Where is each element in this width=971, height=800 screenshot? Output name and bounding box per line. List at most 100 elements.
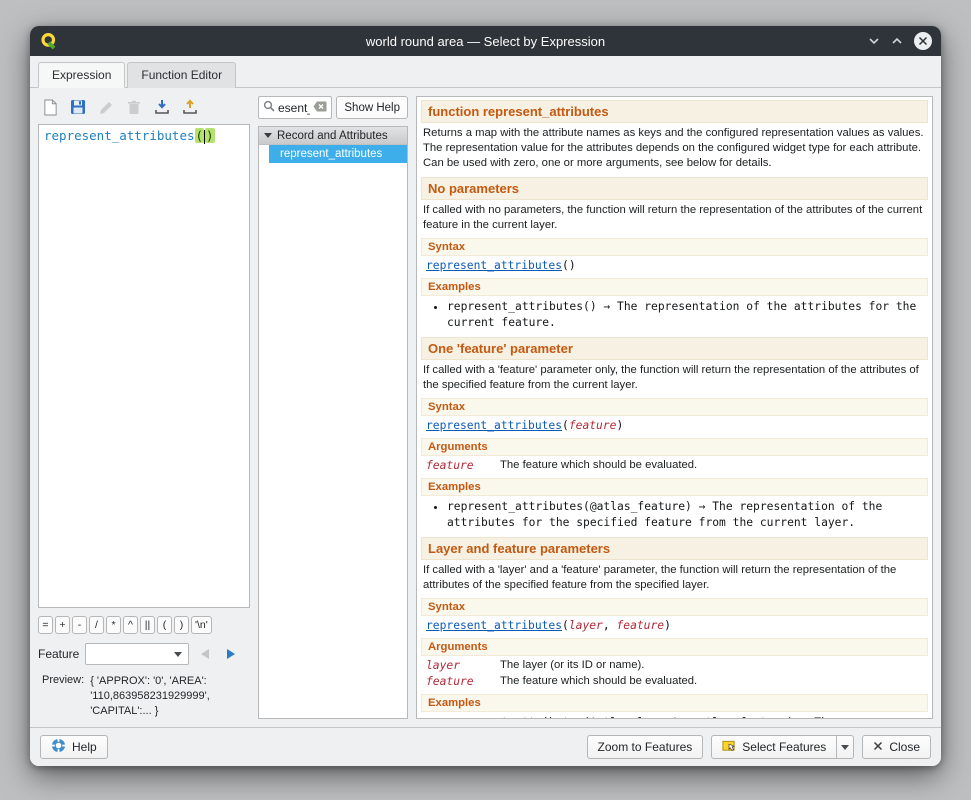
syntax-heading: Syntax bbox=[421, 398, 928, 416]
select-features-button[interactable]: Select Features bbox=[711, 735, 837, 759]
search-input[interactable] bbox=[278, 101, 310, 115]
operator-plus-button[interactable]: + bbox=[55, 616, 70, 634]
argument-name: layer bbox=[426, 659, 500, 672]
argument-description: The feature which should be evaluated. bbox=[500, 675, 923, 688]
dialog-footer: Help Zoom to Features Select Features bbox=[30, 727, 941, 766]
arguments-heading: Arguments bbox=[421, 638, 928, 656]
operator-button-row: = + - / * ^ || ( ) '\n' bbox=[38, 616, 250, 634]
example-item: represent_attributes() → The representat… bbox=[447, 299, 928, 331]
tab-function-editor[interactable]: Function Editor bbox=[127, 62, 236, 88]
expression-editor-column: represent_attributes() = + - / * ^ || ( … bbox=[38, 96, 250, 719]
function-list-column: Show Help Record and Attributes represen… bbox=[258, 96, 408, 719]
argument-description: The layer (or its ID or name). bbox=[500, 659, 923, 672]
delete-expression-button[interactable] bbox=[124, 97, 144, 117]
close-button[interactable]: Close bbox=[862, 735, 931, 759]
section-heading-one-feature: One 'feature' parameter bbox=[421, 337, 928, 360]
param-layer: layer bbox=[569, 619, 603, 632]
preview-value: { 'APPROX': '0', 'AREA': '110,8639582319… bbox=[90, 674, 242, 719]
clear-search-icon[interactable] bbox=[313, 99, 327, 117]
expression-toolbar bbox=[38, 96, 250, 124]
operator-concat-button[interactable]: || bbox=[140, 616, 155, 634]
syntax-paren: ) bbox=[664, 619, 671, 632]
section-heading-no-parameters: No parameters bbox=[421, 177, 928, 200]
syntax-heading: Syntax bbox=[421, 238, 928, 256]
help-button-label: Help bbox=[72, 740, 97, 754]
syntax-line: represent_attributes(layer, feature) bbox=[426, 619, 923, 632]
expression-tab-pane: represent_attributes() = + - / * ^ || ( … bbox=[30, 88, 941, 727]
zoom-to-features-label: Zoom to Features bbox=[598, 740, 693, 754]
select-features-label: Select Features bbox=[742, 740, 826, 754]
select-features-icon bbox=[722, 739, 736, 756]
operator-minus-button[interactable]: - bbox=[72, 616, 87, 634]
examples-heading: Examples bbox=[421, 694, 928, 712]
argument-name: feature bbox=[426, 459, 500, 472]
operator-multiply-button[interactable]: * bbox=[106, 616, 121, 634]
function-link[interactable]: represent_attributes bbox=[426, 419, 562, 432]
select-features-dropdown-arrow[interactable] bbox=[837, 735, 854, 759]
tree-item-represent-attributes[interactable]: represent_attributes bbox=[269, 145, 407, 163]
feature-label: Feature bbox=[38, 647, 79, 661]
argument-description: The feature which should be evaluated. bbox=[500, 459, 923, 472]
arguments-table: feature The feature which should be eval… bbox=[426, 459, 923, 472]
syntax-paren: ) bbox=[616, 419, 623, 432]
import-expressions-button[interactable] bbox=[152, 97, 172, 117]
save-expression-button[interactable] bbox=[68, 97, 88, 117]
help-title: function represent_attributes bbox=[421, 100, 928, 123]
operator-newline-button[interactable]: '\n' bbox=[191, 616, 212, 634]
new-expression-button[interactable] bbox=[40, 97, 60, 117]
select-features-split-button: Select Features bbox=[711, 735, 854, 759]
help-intro: Returns a map with the attribute names a… bbox=[423, 126, 926, 171]
example-item: represent_attributes('atlas_layer', @atl… bbox=[447, 715, 928, 719]
expression-code-editor[interactable]: represent_attributes() bbox=[38, 124, 250, 608]
syntax-line: represent_attributes(feature) bbox=[426, 419, 923, 432]
expression-open-paren: ( bbox=[195, 128, 205, 143]
help-button[interactable]: Help bbox=[40, 735, 108, 759]
tree-group-label: Record and Attributes bbox=[277, 130, 388, 142]
select-by-expression-dialog: world round area — Select by Expression … bbox=[30, 26, 941, 766]
function-search-box bbox=[258, 96, 332, 119]
window-title: world round area — Select by Expression bbox=[30, 34, 941, 49]
zoom-to-features-button[interactable]: Zoom to Features bbox=[587, 735, 704, 759]
preview-label: Preview: bbox=[42, 674, 84, 719]
function-tree[interactable]: Record and Attributes represent_attribut… bbox=[258, 126, 408, 719]
expression-function-name: represent_attributes bbox=[44, 128, 195, 143]
syntax-heading: Syntax bbox=[421, 598, 928, 616]
help-icon bbox=[51, 738, 66, 756]
search-icon bbox=[263, 99, 275, 117]
expression-close-paren: ) bbox=[205, 128, 215, 143]
operator-close-paren-button[interactable]: ) bbox=[174, 616, 189, 634]
shade-window-icon[interactable] bbox=[868, 32, 880, 50]
syntax-separator: , bbox=[603, 619, 617, 632]
show-help-button[interactable]: Show Help bbox=[336, 96, 408, 119]
operator-open-paren-button[interactable]: ( bbox=[157, 616, 172, 634]
chevron-down-icon bbox=[174, 652, 182, 657]
next-feature-button[interactable] bbox=[221, 644, 241, 664]
function-link[interactable]: represent_attributes bbox=[426, 619, 562, 632]
chevron-down-icon bbox=[841, 745, 849, 750]
titlebar[interactable]: world round area — Select by Expression bbox=[30, 26, 941, 56]
operator-power-button[interactable]: ^ bbox=[123, 616, 138, 634]
syntax-paren: ( bbox=[562, 619, 569, 632]
close-button-label: Close bbox=[889, 740, 920, 754]
examples-heading: Examples bbox=[421, 278, 928, 296]
qgis-logo-icon bbox=[39, 31, 59, 51]
close-window-icon[interactable] bbox=[914, 32, 932, 50]
previous-feature-button[interactable] bbox=[195, 644, 215, 664]
arguments-heading: Arguments bbox=[421, 438, 928, 456]
syntax-line: represent_attributes() bbox=[426, 259, 923, 272]
edit-expression-button[interactable] bbox=[96, 97, 116, 117]
close-icon bbox=[873, 740, 883, 754]
tab-expression[interactable]: Expression bbox=[38, 62, 125, 88]
tree-group-record-and-attributes[interactable]: Record and Attributes bbox=[259, 127, 407, 145]
operator-equal-button[interactable]: = bbox=[38, 616, 53, 634]
function-help-panel[interactable]: function represent_attributes Returns a … bbox=[416, 96, 933, 719]
param-feature: feature bbox=[616, 619, 664, 632]
feature-combobox[interactable] bbox=[85, 643, 189, 665]
arguments-table: layer The layer (or its ID or name). fea… bbox=[426, 659, 923, 688]
syntax-parens: () bbox=[562, 259, 576, 272]
operator-divide-button[interactable]: / bbox=[89, 616, 104, 634]
section-body: If called with no parameters, the functi… bbox=[423, 203, 926, 233]
function-link[interactable]: represent_attributes bbox=[426, 259, 562, 272]
maximize-window-icon[interactable] bbox=[891, 32, 903, 50]
export-expressions-button[interactable] bbox=[180, 97, 200, 117]
